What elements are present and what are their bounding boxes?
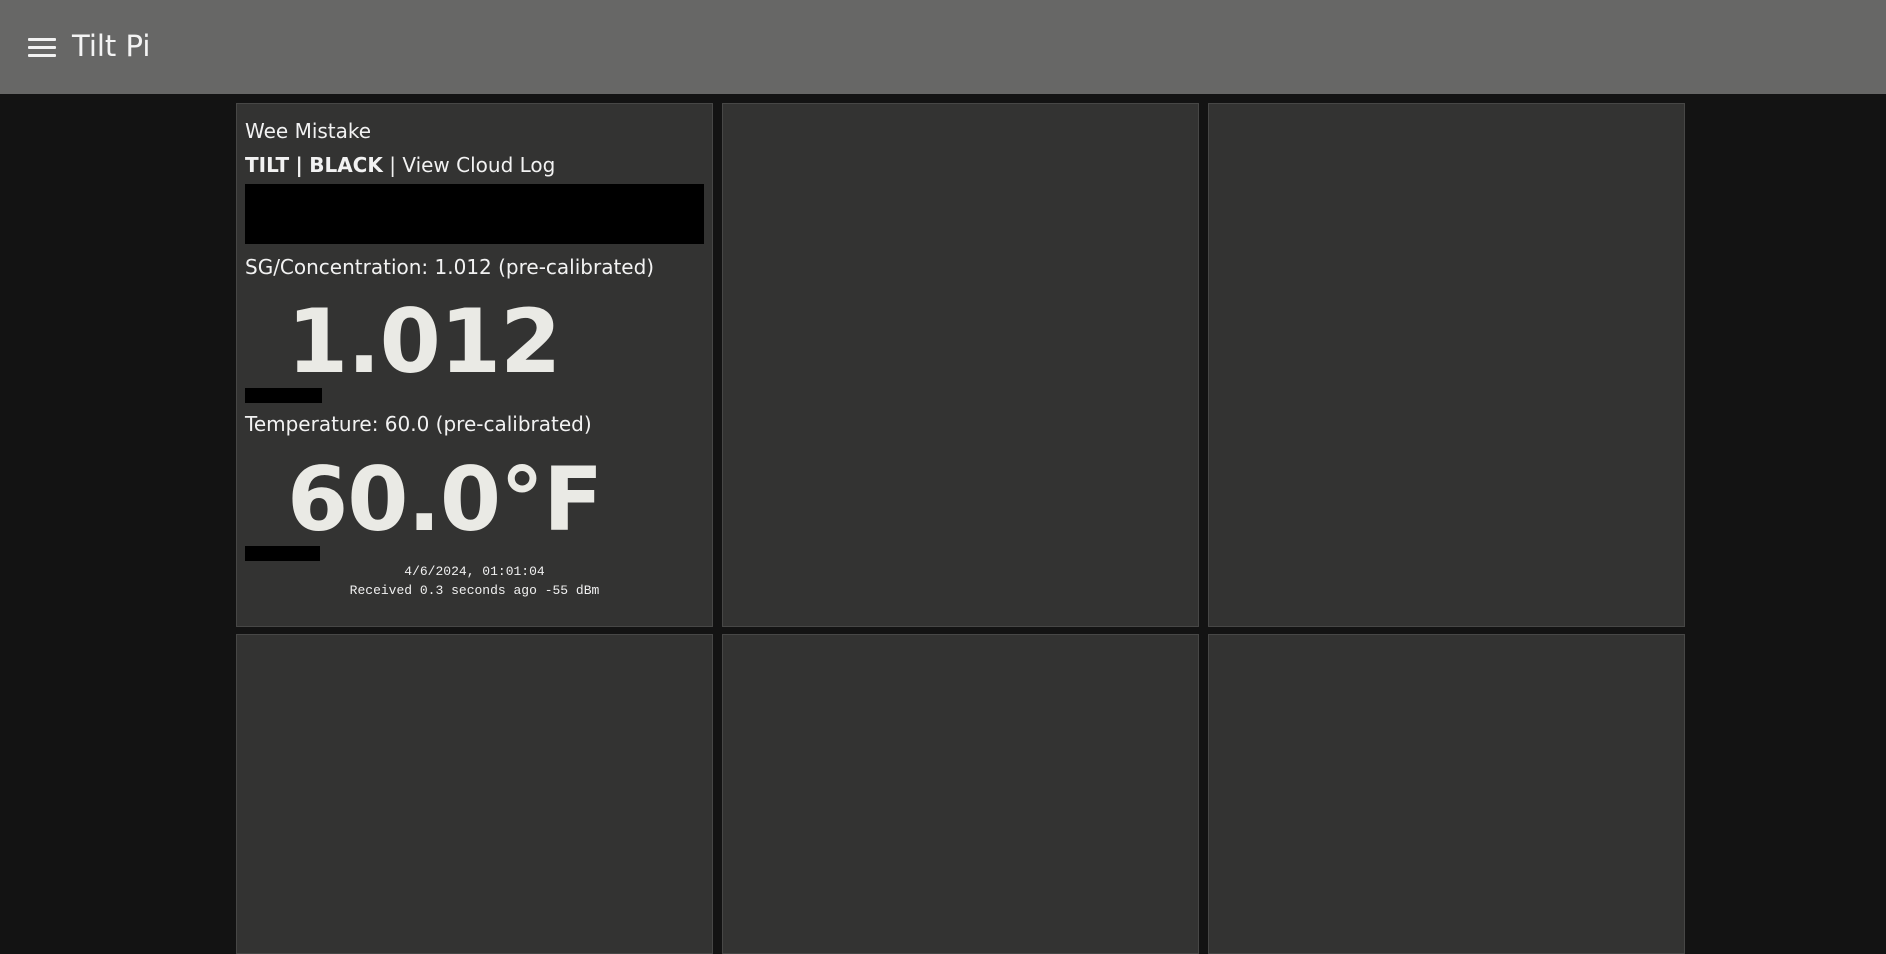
app-title: Tilt Pi [72, 29, 151, 63]
temperature-value: 60.0°F [287, 448, 603, 551]
sg-value: 1.012 [287, 290, 561, 393]
tilt-separator: | [295, 153, 303, 177]
tilt-card-empty [1208, 103, 1685, 627]
tilt-label: TILT [245, 153, 290, 177]
tilt-card-black: Wee Mistake TILT | BLACK | View Cloud Lo… [236, 103, 713, 627]
tilt-header: TILT | BLACK | View Cloud Log [245, 152, 555, 178]
temperature-color-swatch [245, 546, 320, 561]
tilt-card-empty [1208, 634, 1685, 954]
beer-name: Wee Mistake [245, 119, 372, 143]
reading-timestamp: 4/6/2024, 01:01:04 [404, 564, 545, 579]
tilt-color-label: BLACK [309, 153, 383, 177]
view-cloud-log-link[interactable]: View Cloud Log [402, 153, 555, 177]
link-separator: | [389, 153, 396, 177]
tilt-color-bar [245, 184, 704, 244]
hamburger-menu-icon[interactable] [28, 38, 56, 58]
tilt-card-empty [722, 634, 1199, 954]
sg-label: SG/Concentration: 1.012 (pre-calibrated) [245, 255, 655, 279]
received-status: Received 0.3 seconds ago -55 dBm [349, 583, 600, 598]
sg-color-swatch [245, 388, 322, 403]
top-app-bar: Tilt Pi [0, 0, 1886, 94]
tilt-card-empty [722, 103, 1199, 627]
tilt-card-empty [236, 634, 713, 954]
temperature-label: Temperature: 60.0 (pre-calibrated) [245, 412, 592, 436]
